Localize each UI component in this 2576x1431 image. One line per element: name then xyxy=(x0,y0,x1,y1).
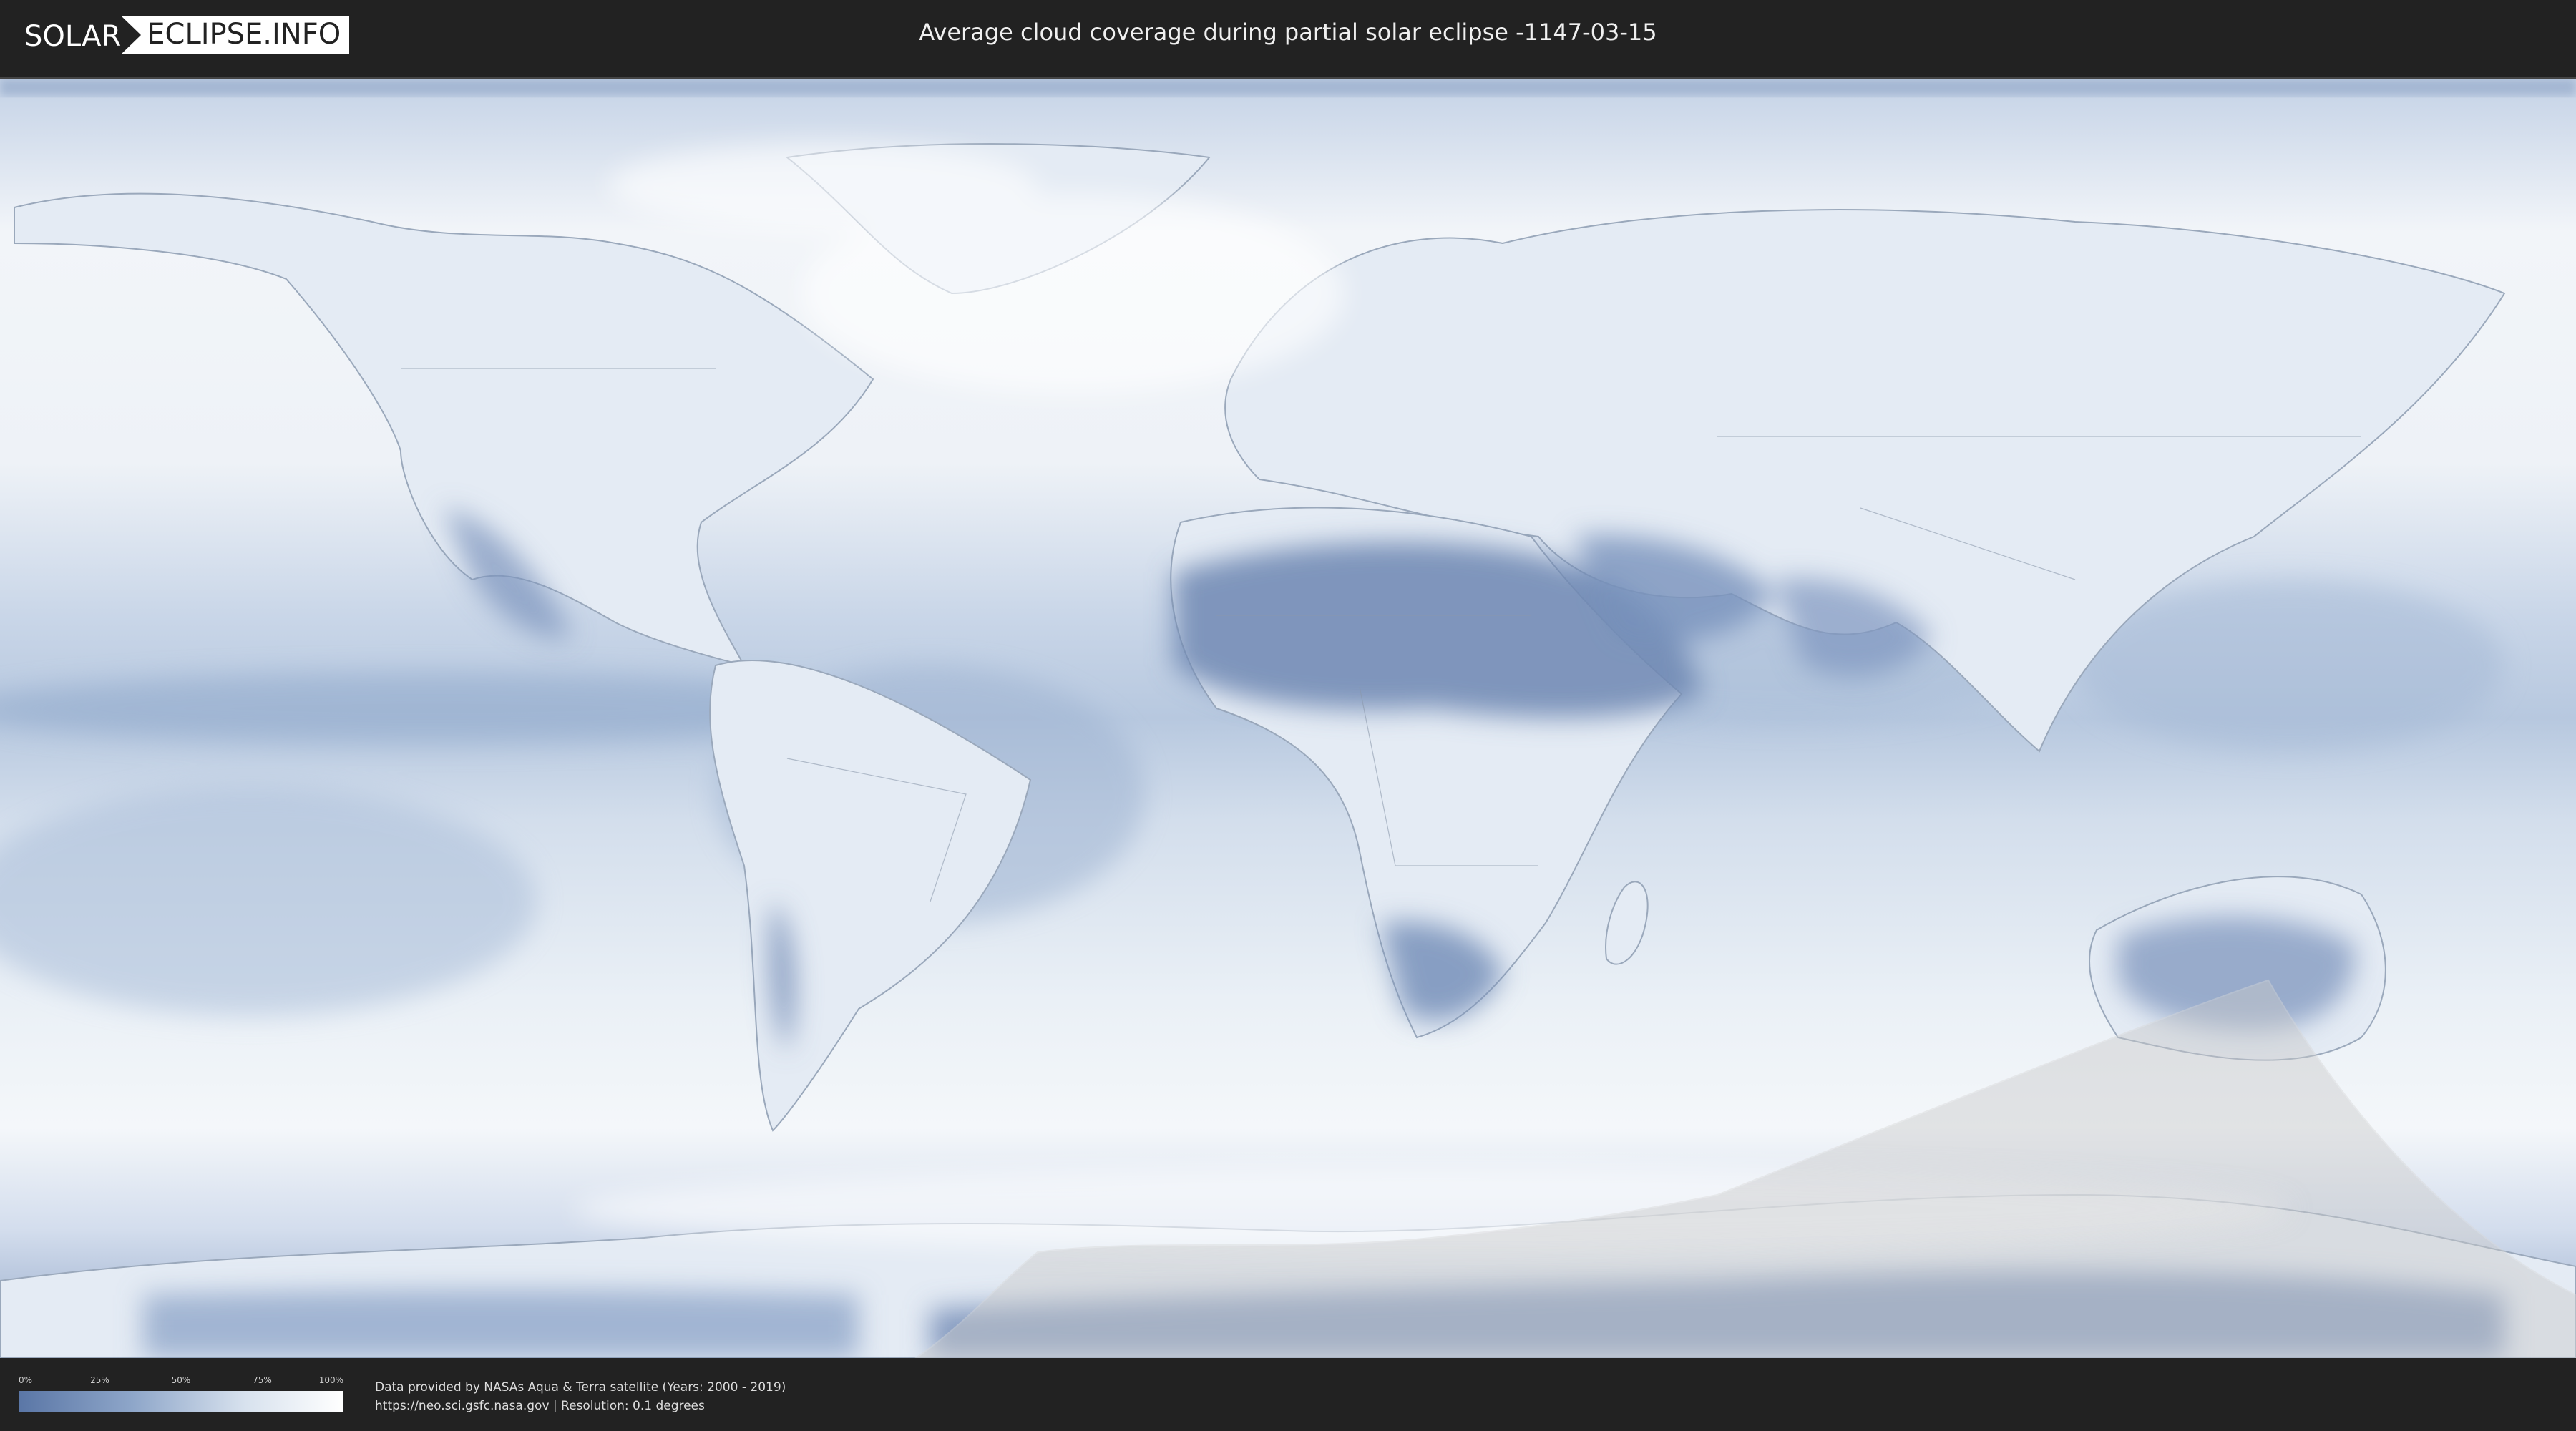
legend-tick-0: 0% xyxy=(19,1375,33,1385)
legend-ticks: 0% 25% 50% 75% 100% xyxy=(19,1375,343,1388)
legend-tick-75: 75% xyxy=(253,1375,272,1385)
legend-tick-100: 100% xyxy=(318,1375,343,1385)
top-edge-shade xyxy=(0,79,2576,96)
map-svg xyxy=(0,79,2576,1358)
legend-color-bar xyxy=(19,1391,343,1412)
credits-line-source: Data provided by NASAs Aqua & Terra sate… xyxy=(375,1380,786,1395)
credits-line-url[interactable]: https://neo.sci.gsfc.nasa.gov | Resoluti… xyxy=(375,1397,786,1415)
data-credits: Data provided by NASAs Aqua & Terra sate… xyxy=(375,1378,786,1415)
header-bar: SOLAR ECLIPSE.INFO Average cloud coverag… xyxy=(0,0,2576,72)
page-title: Average cloud coverage during partial so… xyxy=(919,19,1657,46)
legend-tick-25: 25% xyxy=(90,1375,109,1385)
cloud-coverage-map[interactable] xyxy=(0,77,2576,1358)
legend-tick-50: 50% xyxy=(171,1375,191,1385)
